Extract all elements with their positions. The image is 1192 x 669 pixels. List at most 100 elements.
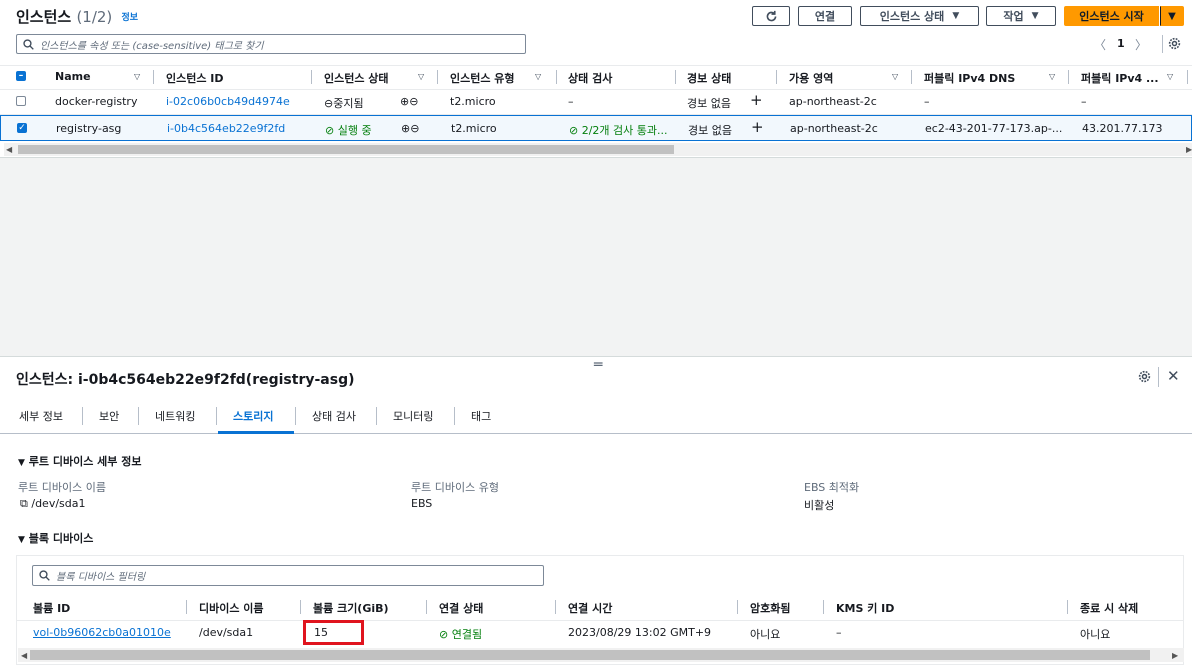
tab-tags[interactable]: 태그 [471,408,491,424]
col-delete-on-termination[interactable]: 종료 시 삭제 [1080,600,1138,616]
refresh-button[interactable] [752,6,790,26]
tab-security[interactable]: 보안 [99,408,119,424]
page-title: 인스턴스 (1/2) 정보 [16,8,139,26]
scrollbar-thumb[interactable] [30,650,1150,660]
copy-icon[interactable]: ⧉ [20,497,28,510]
search-icon [39,570,50,581]
scroll-right-icon[interactable]: ▶ [1186,145,1192,154]
drag-handle-icon[interactable]: ═ [594,357,602,373]
col-attach-time[interactable]: 연결 시간 [568,600,612,616]
search-icon [23,38,34,50]
sort-caret-icon[interactable]: ▽ [535,72,541,81]
launch-instance-button[interactable]: 인스턴스 시작 [1064,6,1159,26]
add-alarm-icon[interactable]: + [751,118,764,136]
root-device-type-label: 루트 디바이스 유형 [411,481,499,494]
scrollbar-thumb[interactable] [18,145,674,154]
highlight-box [303,620,364,645]
status-check-passed: ⊘ 2/2개 검사 통과... [569,124,668,137]
col-instance-state[interactable]: 인스턴스 상태 [324,70,389,86]
col-instance-id[interactable]: 인스턴스 ID [166,70,224,86]
root-device-type: EBS [411,497,433,510]
settings-gear-icon[interactable] [1138,370,1151,386]
detail-title: 인스턴스: i-0b4c564eb22e9f2fd(registry-asg) [16,372,355,388]
table-scrollbar[interactable]: ◀ ▶ [4,143,1192,156]
block-section-toggle[interactable]: ▼ 블록 디바이스 [18,530,93,546]
col-availability-zone[interactable]: 가용 영역 [789,70,833,86]
add-alarm-icon[interactable]: + [750,91,763,109]
sort-caret-icon[interactable]: ▽ [418,72,424,81]
caret-down-icon: ▼ [1168,10,1176,22]
block-scrollbar[interactable]: ◀ ▶ [18,648,1184,662]
attach-state: ⊘ 연결됨 [439,628,483,641]
root-section-toggle[interactable]: ▼ 루트 디바이스 세부 정보 [18,453,141,469]
divider [1158,367,1159,387]
active-tab-indicator [218,431,294,434]
tab-networking[interactable]: 네트워킹 [155,408,195,424]
block-filter-input[interactable]: 블록 디바이스 필터링 [32,565,544,586]
info-link[interactable]: 정보 [122,13,139,23]
col-name[interactable]: Name [55,70,91,83]
scroll-left-icon[interactable]: ◀ [21,651,27,660]
status-running: ⊘ 실행 중 [325,124,372,137]
status-stopped: ⊖중지됨 [324,97,364,110]
empty-area [0,157,1192,356]
kms-key: – [836,626,842,639]
row-checkbox[interactable]: ✓ [17,123,27,133]
sort-caret-icon[interactable]: ▽ [134,72,140,81]
col-public-ip[interactable]: 퍼블릭 IPv4 ... [1081,70,1159,86]
instance-state-button[interactable]: 인스턴스 상태 ▼ [860,6,979,26]
zoom-icons[interactable]: ⊕⊖ [400,95,418,108]
scroll-left-icon[interactable]: ◀ [6,145,12,154]
col-kms-key[interactable]: KMS 키 ID [836,600,894,616]
ebs-optimized-label: EBS 최적화 [804,481,860,494]
encrypted: 아니요 [750,628,781,641]
root-device-name: ⧉ /dev/sda1 [20,497,86,510]
col-instance-type[interactable]: 인스턴스 유형 [450,70,515,86]
divider [1162,35,1163,53]
sort-caret-icon[interactable]: ▽ [1049,72,1055,81]
scroll-right-icon[interactable]: ▶ [1172,651,1178,660]
table-row[interactable]: ✓ registry-asg i-0b4c564eb22e9f2fd ⊘ 실행 … [0,115,1192,141]
col-public-dns[interactable]: 퍼블릭 IPv4 DNS [924,70,1015,86]
next-page-icon[interactable]: 〉 [1135,36,1147,53]
col-encrypted[interactable]: 암호화됨 [750,600,790,616]
col-volume-id[interactable]: 볼륨 ID [33,600,70,616]
tab-details[interactable]: 세부 정보 [19,408,63,424]
check-circle-icon: ⊘ [325,124,335,137]
page-number[interactable]: 1 [1117,37,1125,50]
settings-gear-icon[interactable] [1168,37,1181,53]
select-all-checkbox[interactable]: – [16,71,26,81]
search-input[interactable]: 인스턴스를 속성 또는 (case-sensitive) 태그로 찾기 [16,34,526,54]
tab-storage[interactable]: 스토리지 [233,408,273,424]
tab-monitoring[interactable]: 모니터링 [393,408,433,424]
connect-button[interactable]: 연결 [798,6,852,26]
caret-down-icon: ▼ [18,535,25,545]
check-circle-icon: ⊘ [439,628,449,641]
sort-caret-icon[interactable]: ▽ [892,72,898,81]
stopped-icon: ⊖ [324,97,334,110]
col-attach-state[interactable]: 연결 상태 [439,600,483,616]
col-volume-size[interactable]: 볼륨 크기(GiB) [313,600,389,616]
volume-id-link[interactable]: vol-0b96062cb0a01010e [33,626,171,639]
prev-page-icon[interactable]: 〈 [1094,36,1106,53]
zoom-icons[interactable]: ⊕⊖ [401,122,419,135]
instance-count: (1/2) [76,8,113,26]
caret-down-icon: ▼ [952,11,960,21]
check-circle-icon: ⊘ [569,124,579,137]
table-row[interactable]: docker-registry i-02c06b0cb49d4974e ⊖중지됨… [0,89,1192,115]
instance-id-link[interactable]: i-02c06b0cb49d4974e [166,95,290,108]
col-device-name[interactable]: 디바이스 이름 [199,600,264,616]
close-icon[interactable]: ✕ [1167,367,1180,385]
tab-status-checks[interactable]: 상태 검사 [312,408,356,424]
sort-caret-icon[interactable]: ▽ [1167,72,1173,81]
launch-dropdown-button[interactable]: ▼ [1160,6,1184,26]
actions-button[interactable]: 작업 ▼ [986,6,1056,26]
delete-on-termination: 아니요 [1080,628,1111,641]
col-alarm-status[interactable]: 경보 상태 [687,70,731,86]
col-status-check[interactable]: 상태 검사 [568,70,612,86]
refresh-icon [766,10,776,21]
device-name: /dev/sda1 [199,626,254,639]
ebs-optimized: 비활성 [804,499,835,512]
instance-id-link[interactable]: i-0b4c564eb22e9f2fd [167,122,285,135]
row-checkbox[interactable] [16,96,26,106]
